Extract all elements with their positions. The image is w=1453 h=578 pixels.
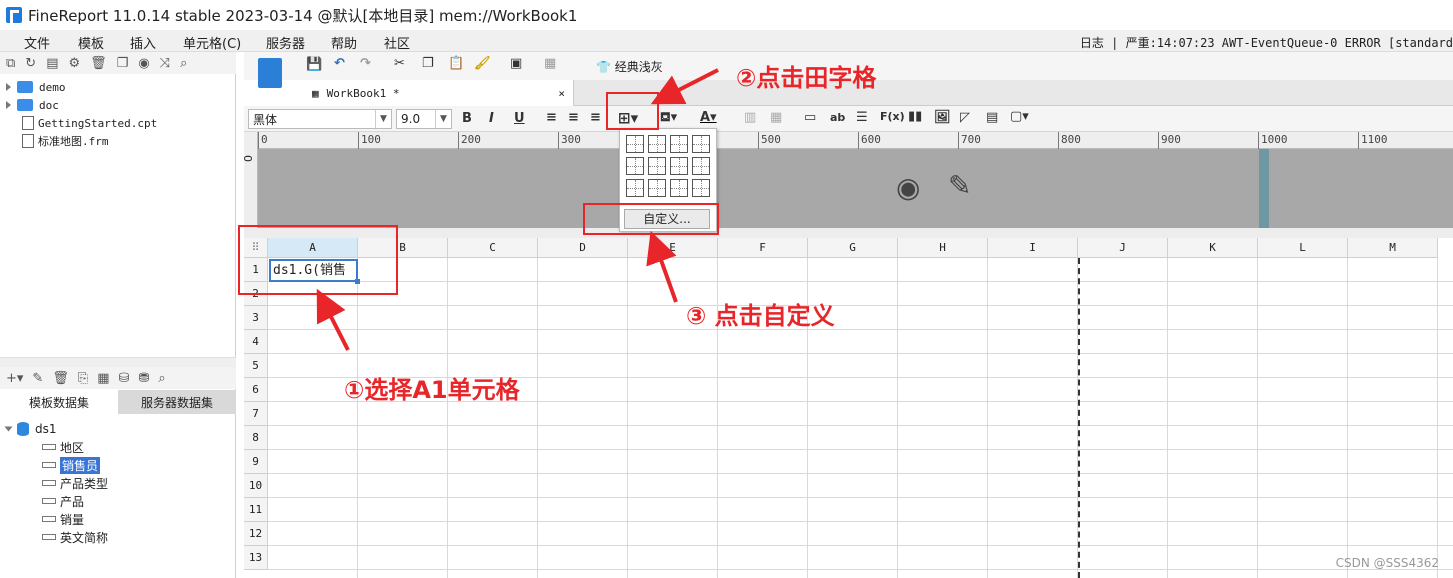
annotation-arrows (316, 68, 719, 351)
annotation-step2: ②点击田字格 (736, 64, 877, 92)
annotation-step3: ③ 点击自定义 (686, 302, 835, 330)
watermark: CSDN @SSS4362 (1335, 556, 1439, 570)
annotation-step1: ①选择A1单元格 (344, 376, 520, 404)
